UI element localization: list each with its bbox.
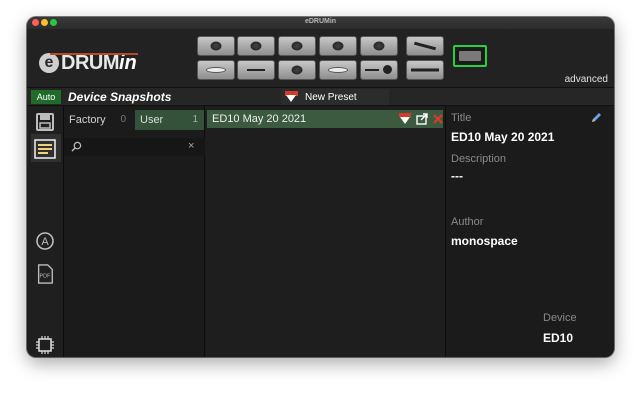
logo-suffix: in bbox=[119, 52, 137, 74]
download-arrow-icon bbox=[285, 91, 298, 103]
pad-button-3[interactable] bbox=[278, 36, 316, 56]
module-body bbox=[459, 51, 481, 61]
window-title: eDRUMin bbox=[304, 18, 337, 25]
svg-text:PDF: PDF bbox=[40, 274, 52, 280]
delete-icon[interactable] bbox=[432, 113, 444, 125]
export-icon[interactable] bbox=[416, 113, 428, 125]
list-icon[interactable] bbox=[34, 139, 56, 159]
section-title: Device Snapshots bbox=[68, 90, 172, 104]
app-logo: e DRUM in bbox=[39, 47, 137, 73]
device-label: Device bbox=[543, 312, 577, 324]
pad-button-2[interactable] bbox=[237, 36, 275, 56]
search-bar: × bbox=[64, 138, 205, 156]
preset-list: ED10 May 20 2021 bbox=[206, 106, 446, 357]
preset-source-panel: Factory 0 User 1 × bbox=[64, 106, 205, 357]
tab-factory-count: 0 bbox=[120, 114, 126, 125]
logo-prefix: e bbox=[39, 53, 59, 73]
title-value: ED10 May 20 2021 bbox=[451, 130, 555, 144]
new-preset-label: New Preset bbox=[305, 91, 357, 103]
description-label: Description bbox=[451, 153, 507, 165]
tab-factory[interactable]: Factory 0 bbox=[64, 110, 132, 130]
pad-button-4[interactable] bbox=[319, 36, 357, 56]
drum-icon bbox=[210, 41, 222, 51]
cymbal-icon bbox=[328, 67, 348, 73]
drum-icon bbox=[332, 41, 344, 51]
pad-button-9[interactable] bbox=[278, 60, 316, 80]
tab-user[interactable]: User 1 bbox=[135, 110, 204, 130]
new-preset-button[interactable]: New Preset bbox=[281, 89, 389, 105]
a-circle-icon[interactable]: A bbox=[35, 231, 55, 251]
edit-pencil-icon[interactable] bbox=[590, 112, 602, 124]
logo-underline bbox=[50, 53, 138, 55]
pad-button-10[interactable] bbox=[319, 60, 357, 80]
cymbal-icon bbox=[206, 67, 226, 73]
title-label: Title bbox=[451, 112, 472, 124]
description-value: --- bbox=[451, 169, 463, 183]
pad-button-11[interactable] bbox=[360, 60, 398, 80]
advanced-mode-label[interactable]: advanced bbox=[565, 74, 608, 85]
device-value: ED10 bbox=[543, 331, 574, 345]
author-value: monospace bbox=[451, 234, 518, 248]
tab-user-count: 1 bbox=[192, 114, 198, 125]
header: e DRUM in advanced bbox=[27, 29, 614, 87]
pad-button-1[interactable] bbox=[197, 36, 235, 56]
app-window: eDRUMin e DRUM in advanced Auto Device S… bbox=[27, 17, 614, 357]
bar-icon bbox=[411, 68, 439, 72]
drum-icon bbox=[291, 41, 303, 51]
save-icon[interactable] bbox=[35, 112, 55, 132]
details-panel: Title ED10 May 20 2021 Description --- A… bbox=[447, 106, 614, 357]
pdf-icon[interactable]: PDF bbox=[35, 264, 55, 284]
pedal-icon bbox=[413, 41, 437, 51]
hihat-icon bbox=[247, 69, 265, 71]
tab-factory-label: Factory bbox=[69, 114, 106, 126]
sidebar: A PDF bbox=[27, 106, 64, 357]
author-label: Author bbox=[451, 216, 484, 228]
pad-button-7[interactable] bbox=[197, 60, 235, 80]
drum-icon bbox=[250, 41, 262, 51]
toolbar: Auto Device Snapshots New Preset bbox=[27, 87, 614, 106]
pad-button-6[interactable] bbox=[406, 36, 444, 56]
clear-search-icon[interactable]: × bbox=[188, 140, 194, 152]
drum-icon bbox=[291, 65, 303, 75]
svg-text:A: A bbox=[41, 236, 49, 248]
pad-button-12[interactable] bbox=[406, 60, 444, 80]
midi-module-icon[interactable] bbox=[453, 45, 487, 67]
chip-icon[interactable] bbox=[35, 335, 55, 355]
auto-button[interactable]: Auto bbox=[31, 90, 61, 104]
search-input[interactable] bbox=[86, 140, 182, 154]
pad-button-5[interactable] bbox=[360, 36, 398, 56]
drum-icon bbox=[373, 41, 385, 51]
list-item[interactable]: ED10 May 20 2021 bbox=[207, 110, 443, 128]
pad-button-8[interactable] bbox=[237, 60, 275, 80]
tab-user-label: User bbox=[140, 114, 164, 126]
load-preset-icon[interactable] bbox=[399, 113, 411, 125]
stick-icon bbox=[365, 65, 393, 75]
logo-main: DRUM bbox=[61, 52, 120, 74]
search-icon bbox=[71, 141, 82, 152]
title-bar: eDRUMin bbox=[27, 17, 614, 29]
preset-name: ED10 May 20 2021 bbox=[212, 113, 307, 125]
